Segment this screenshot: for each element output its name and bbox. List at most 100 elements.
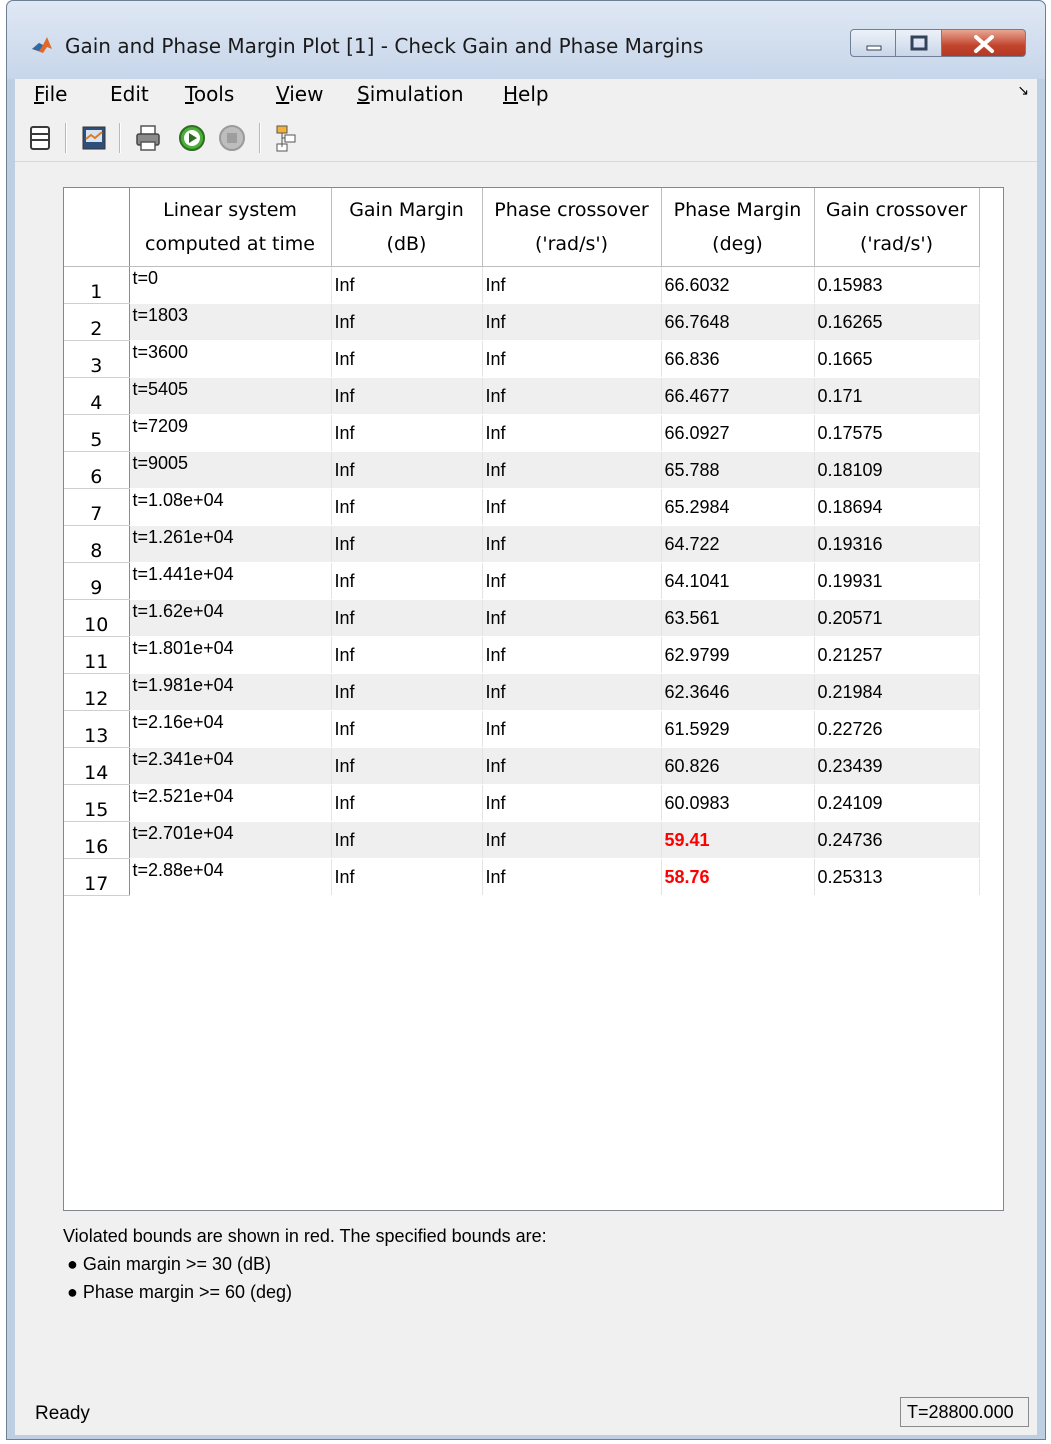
table-row[interactable]: 7 t=1.08e+04 Inf Inf 65.2984 0.18694	[64, 488, 980, 526]
cell-time[interactable]: t=1803	[129, 303, 332, 341]
column-header-phase-crossover[interactable]: Phase crossover ('rad/s')	[482, 188, 662, 267]
row-number[interactable]: 16	[64, 821, 130, 859]
plot-view-icon[interactable]	[77, 121, 111, 155]
cell-time[interactable]: t=0	[129, 266, 332, 304]
cell-phase-crossover[interactable]: Inf	[482, 451, 662, 489]
cell-time[interactable]: t=2.88e+04	[129, 858, 332, 896]
table-row[interactable]: 9 t=1.441e+04 Inf Inf 64.1041 0.19931	[64, 562, 980, 600]
cell-time[interactable]: t=1.261e+04	[129, 525, 332, 563]
column-header-time[interactable]: Linear system computed at time	[129, 188, 332, 267]
cell-gain-crossover[interactable]: 0.19931	[814, 562, 980, 600]
table-row[interactable]: 10 t=1.62e+04 Inf Inf 63.561 0.20571	[64, 599, 980, 637]
cell-gain-crossover[interactable]: 0.15983	[814, 266, 980, 304]
cell-gain-margin[interactable]: Inf	[331, 599, 483, 637]
row-number[interactable]: 14	[64, 747, 130, 785]
cell-phase-margin[interactable]: 58.76	[661, 858, 815, 896]
cell-time[interactable]: t=2.521e+04	[129, 784, 332, 822]
cell-gain-crossover[interactable]: 0.25313	[814, 858, 980, 896]
close-button[interactable]	[942, 29, 1026, 57]
cell-gain-margin[interactable]: Inf	[331, 303, 483, 341]
cell-time[interactable]: t=7209	[129, 414, 332, 452]
table-row[interactable]: 2 t=1803 Inf Inf 66.7648 0.16265	[64, 303, 980, 341]
cell-time[interactable]: t=5405	[129, 377, 332, 415]
cell-phase-margin[interactable]: 59.41	[661, 821, 815, 859]
cell-phase-margin[interactable]: 66.836	[661, 340, 815, 378]
cell-gain-margin[interactable]: Inf	[331, 710, 483, 748]
title-bar[interactable]: Gain and Phase Margin Plot [1] - Check G…	[7, 1, 1045, 79]
table-row[interactable]: 13 t=2.16e+04 Inf Inf 61.5929 0.22726	[64, 710, 980, 748]
row-number[interactable]: 9	[64, 562, 130, 600]
cell-time[interactable]: t=2.16e+04	[129, 710, 332, 748]
cell-phase-crossover[interactable]: Inf	[482, 414, 662, 452]
cell-gain-crossover[interactable]: 0.24109	[814, 784, 980, 822]
row-number[interactable]: 5	[64, 414, 130, 452]
cell-gain-crossover[interactable]: 0.23439	[814, 747, 980, 785]
row-number[interactable]: 4	[64, 377, 130, 415]
cell-phase-margin[interactable]: 66.7648	[661, 303, 815, 341]
table-row[interactable]: 12 t=1.981e+04 Inf Inf 62.3646 0.21984	[64, 673, 980, 711]
table-row[interactable]: 14 t=2.341e+04 Inf Inf 60.826 0.23439	[64, 747, 980, 785]
column-header-gain-crossover[interactable]: Gain crossover ('rad/s')	[814, 188, 980, 267]
table-row[interactable]: 8 t=1.261e+04 Inf Inf 64.722 0.19316	[64, 525, 980, 563]
table-row[interactable]: 1 t=0 Inf Inf 66.6032 0.15983	[64, 266, 980, 304]
row-number[interactable]: 7	[64, 488, 130, 526]
cell-gain-crossover[interactable]: 0.171	[814, 377, 980, 415]
cell-gain-margin[interactable]: Inf	[331, 673, 483, 711]
row-number[interactable]: 10	[64, 599, 130, 637]
cell-time[interactable]: t=2.341e+04	[129, 747, 332, 785]
row-number[interactable]: 17	[64, 858, 130, 896]
row-number[interactable]: 15	[64, 784, 130, 822]
cell-phase-crossover[interactable]: Inf	[482, 525, 662, 563]
cell-gain-margin[interactable]: Inf	[331, 377, 483, 415]
cell-gain-crossover[interactable]: 0.18109	[814, 451, 980, 489]
cell-phase-crossover[interactable]: Inf	[482, 303, 662, 341]
cell-phase-margin[interactable]: 66.4677	[661, 377, 815, 415]
cell-time[interactable]: t=3600	[129, 340, 332, 378]
cell-gain-margin[interactable]: Inf	[331, 784, 483, 822]
cell-gain-crossover[interactable]: 0.17575	[814, 414, 980, 452]
cell-phase-crossover[interactable]: Inf	[482, 710, 662, 748]
cell-gain-margin[interactable]: Inf	[331, 488, 483, 526]
table-view-icon[interactable]	[23, 121, 57, 155]
cell-gain-margin[interactable]: Inf	[331, 636, 483, 674]
cell-phase-margin[interactable]: 62.3646	[661, 673, 815, 711]
cell-time[interactable]: t=2.701e+04	[129, 821, 332, 859]
row-number[interactable]: 6	[64, 451, 130, 489]
cell-phase-margin[interactable]: 65.788	[661, 451, 815, 489]
run-simulation-icon[interactable]	[175, 121, 209, 155]
cell-phase-margin[interactable]: 63.561	[661, 599, 815, 637]
table-row[interactable]: 15 t=2.521e+04 Inf Inf 60.0983 0.24109	[64, 784, 980, 822]
cell-phase-crossover[interactable]: Inf	[482, 562, 662, 600]
table-row[interactable]: 17 t=2.88e+04 Inf Inf 58.76 0.25313	[64, 858, 980, 896]
highlight-block-icon[interactable]	[269, 121, 303, 155]
margins-table[interactable]: Linear system computed at time Gain Margi…	[63, 187, 1004, 1211]
cell-gain-crossover[interactable]: 0.19316	[814, 525, 980, 563]
menu-view[interactable]: View	[276, 82, 323, 106]
column-header-phase-margin[interactable]: Phase Margin (deg)	[661, 188, 815, 267]
row-number[interactable]: 1	[64, 266, 130, 304]
cell-gain-margin[interactable]: Inf	[331, 266, 483, 304]
cell-phase-crossover[interactable]: Inf	[482, 488, 662, 526]
cell-gain-margin[interactable]: Inf	[331, 525, 483, 563]
cell-gain-crossover[interactable]: 0.1665	[814, 340, 980, 378]
cell-phase-crossover[interactable]: Inf	[482, 377, 662, 415]
cell-phase-margin[interactable]: 64.1041	[661, 562, 815, 600]
table-row[interactable]: 3 t=3600 Inf Inf 66.836 0.1665	[64, 340, 980, 378]
table-row[interactable]: 4 t=5405 Inf Inf 66.4677 0.171	[64, 377, 980, 415]
cell-gain-crossover[interactable]: 0.21984	[814, 673, 980, 711]
menu-edit[interactable]: Edit	[110, 82, 149, 106]
cell-phase-margin[interactable]: 60.0983	[661, 784, 815, 822]
cell-phase-margin[interactable]: 60.826	[661, 747, 815, 785]
cell-time[interactable]: t=1.62e+04	[129, 599, 332, 637]
menu-help[interactable]: Help	[503, 82, 549, 106]
cell-gain-margin[interactable]: Inf	[331, 858, 483, 896]
row-number[interactable]: 3	[64, 340, 130, 378]
cell-time[interactable]: t=1.441e+04	[129, 562, 332, 600]
menu-dock-arrow-icon[interactable]: ↘	[1017, 83, 1029, 99]
row-number[interactable]: 13	[64, 710, 130, 748]
row-number[interactable]: 2	[64, 303, 130, 341]
cell-gain-margin[interactable]: Inf	[331, 340, 483, 378]
cell-time[interactable]: t=1.801e+04	[129, 636, 332, 674]
cell-gain-crossover[interactable]: 0.20571	[814, 599, 980, 637]
maximize-button[interactable]	[896, 29, 942, 57]
